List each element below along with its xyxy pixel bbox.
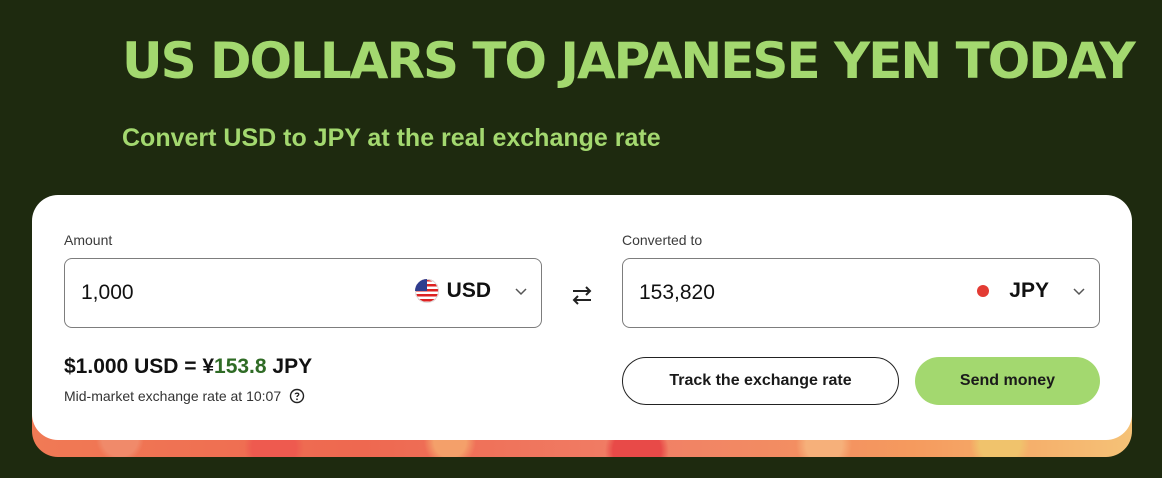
amount-label: Amount [64, 232, 113, 248]
page-title: US DOLLARS TO JAPANESE YEN TODAY [122, 32, 1136, 90]
amount-input[interactable]: 1,000 [81, 281, 134, 305]
converted-output[interactable]: 153,820 [639, 281, 715, 305]
page-subtitle: Convert USD to JPY at the real exchange … [122, 124, 661, 152]
to-currency-select[interactable]: JPY [977, 279, 1087, 303]
help-icon[interactable] [289, 388, 305, 404]
amount-field[interactable]: 1,000 USD [64, 258, 542, 328]
midmarket-text: Mid-market exchange rate at 10:07 [64, 388, 282, 404]
midmarket-note: Mid-market exchange rate at 10:07 [64, 388, 305, 404]
to-currency-code: JPY [1009, 279, 1049, 302]
chevron-down-icon [1073, 288, 1085, 296]
us-flag-icon [414, 279, 439, 303]
swap-icon[interactable] [568, 281, 596, 309]
rate-prefix: $1.000 USD = ¥ [64, 355, 215, 378]
jp-flag-icon [977, 285, 990, 297]
converter-card: Amount 1,000 USD Converted to 153,820 JP… [32, 195, 1132, 440]
chevron-down-icon [515, 288, 527, 296]
exchange-rate-summary: $1.000 USD = ¥153.8 JPY [64, 355, 312, 379]
send-money-button[interactable]: Send money [915, 357, 1100, 405]
rate-value: 153.8 [214, 355, 267, 378]
rate-suffix: JPY [266, 355, 313, 378]
converted-label: Converted to [622, 232, 703, 248]
from-currency-select[interactable]: USD [414, 279, 529, 303]
track-rate-button[interactable]: Track the exchange rate [622, 357, 899, 405]
converted-field[interactable]: 153,820 JPY [622, 258, 1100, 328]
from-currency-code: USD [446, 279, 491, 302]
